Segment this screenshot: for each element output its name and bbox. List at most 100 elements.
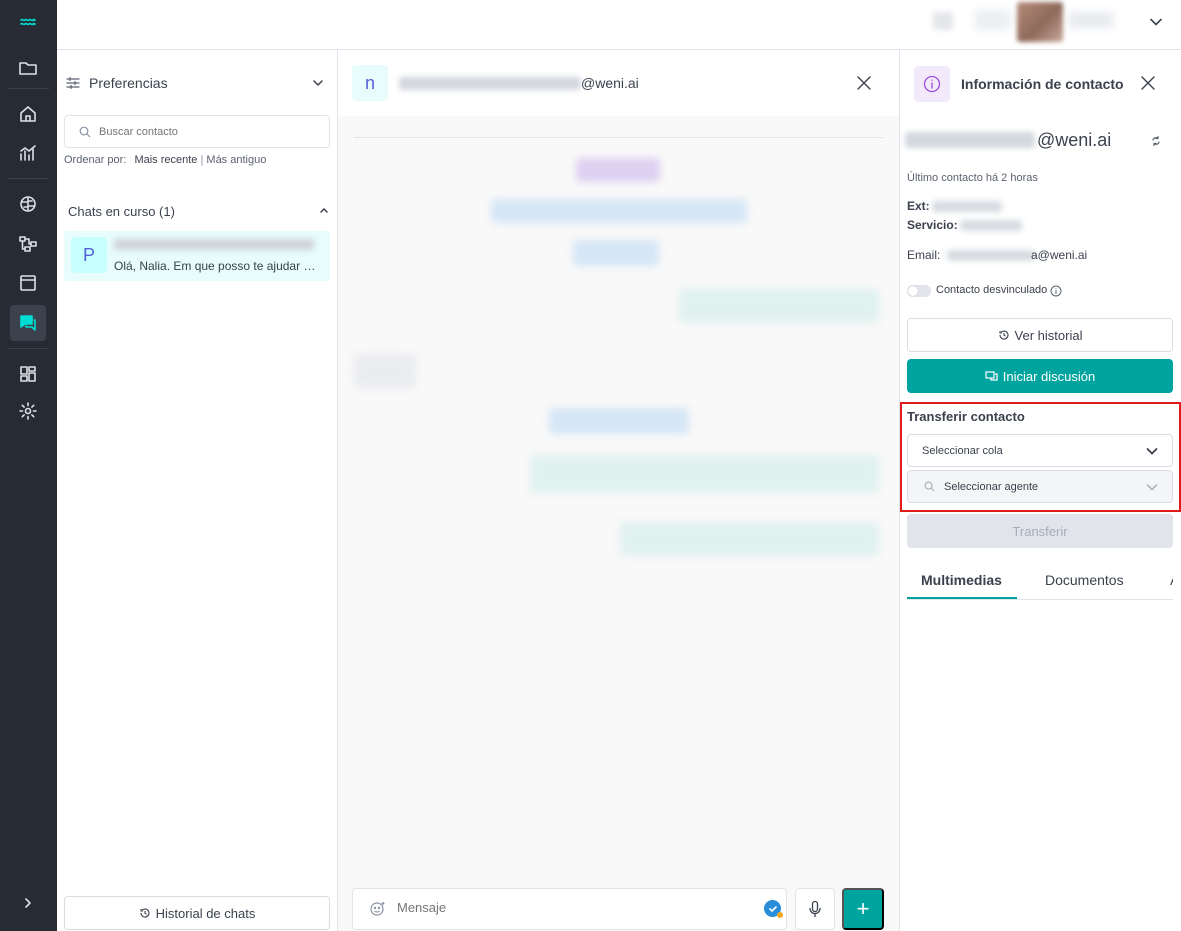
weni-logo-icon[interactable] [10,4,46,40]
flow-icon[interactable] [10,226,46,262]
agent-select-value: Seleccionar agente [944,480,1039,493]
sort-options: Ordenar por: Mais recente | Más antiguo [64,154,266,166]
active-tab-indicator [907,597,1017,599]
contact-info-panel: Información de contacto @weni.ai Último … [899,50,1181,931]
email-label: Email: [907,248,941,262]
rail-divider [8,178,49,179]
chevron-down-icon [1146,448,1158,455]
redacted-contact-message [354,354,416,388]
brain-icon[interactable] [10,186,46,222]
discussion-icon [985,371,998,381]
view-history-label: Ver historial [1014,327,1083,343]
avatar: P [71,237,107,273]
refresh-icon[interactable] [1150,135,1162,147]
service-label: Servicio: [907,218,958,232]
chart-icon[interactable] [10,135,46,171]
message-composer [352,888,787,930]
chat-list-panel: Preferencias Ordenar por: Mais recente |… [57,50,338,931]
redacted-ext-value [932,201,1002,212]
redacted-org-name [975,10,1011,30]
record-audio-button[interactable] [795,888,835,930]
ongoing-label: Chats en curso (1) [68,203,175,219]
redacted-system-message [576,158,660,182]
conversation-panel: n @weni.ai + [338,50,899,931]
attach-button[interactable]: + [842,888,884,930]
user-avatar[interactable] [1017,2,1063,42]
tab-audio[interactable]: A [1170,572,1173,588]
ongoing-chats-header[interactable]: Chats en curso (1) [68,202,330,220]
chevron-up-icon[interactable] [318,204,330,216]
redacted-contact-name [399,77,581,90]
top-bar [57,0,1181,50]
avatar: n [352,65,388,101]
rail-divider [8,88,49,89]
chat-history-label: Historial de chats [155,905,256,921]
transfer-title: Transferir contacto [907,409,1025,424]
chat-list-item[interactable]: P Olá, Nalia. Em que posso te ajudar hoj… [64,231,330,281]
conversation-header: n @weni.ai [338,50,899,116]
tab-documents[interactable]: Documentos [1045,572,1124,588]
last-message-preview: Olá, Nalia. Em que posso te ajudar hoje? [114,259,322,273]
agent-select[interactable]: Seleccionar agente [907,470,1173,503]
history-icon [140,908,150,918]
view-history-button[interactable]: Ver historial [907,318,1173,352]
search-input[interactable] [99,125,299,138]
microphone-icon [809,900,821,918]
left-rail [0,0,57,931]
transfer-button[interactable]: Transferir [907,514,1173,548]
start-discussion-button[interactable]: Iniciar discusión [907,359,1173,393]
redacted-agent-message [530,455,879,493]
unlinked-toggle[interactable] [907,285,931,297]
transfer-button-label: Transferir [1012,523,1068,539]
redacted-agent-message [620,522,879,556]
redacted-system-message [549,408,689,434]
messages-divider [354,137,884,138]
redacted-org-icon [933,12,953,30]
grammar-check-icon[interactable] [764,900,783,918]
contact-info-header: Información de contacto [900,50,1181,116]
email-domain: a@weni.ai [1031,248,1088,262]
preferences-label: Preferencias [89,75,168,91]
sliders-icon [66,76,80,90]
search-icon [924,481,935,492]
history-icon [998,330,1009,340]
redacted-contact-name [114,239,314,250]
emoji-icon[interactable] [369,900,387,918]
folder-icon[interactable] [10,50,46,86]
info-icon [914,66,950,102]
home-icon[interactable] [10,96,46,132]
chevron-down-icon [1146,484,1158,491]
ext-label: Ext: [907,199,930,213]
browser-icon[interactable] [10,265,46,301]
chat-history-button[interactable]: Historial de chats [64,896,330,930]
contact-email-domain: @weni.ai [1037,130,1112,150]
contact-email-domain: @weni.ai [581,75,639,91]
redacted-system-message [573,240,659,266]
redacted-system-message [491,199,747,223]
redacted-agent-message [679,289,879,323]
preferences-header[interactable]: Preferencias [65,72,330,94]
tab-multimedia[interactable]: Multimedias [921,572,1002,588]
redacted-user-name [1069,12,1113,28]
queue-select[interactable]: Seleccionar cola [907,434,1173,467]
dashboard-icon[interactable] [10,356,46,392]
order-recent-link[interactable]: Mais recente [134,154,197,166]
info-icon[interactable] [1050,285,1062,297]
order-oldest-link[interactable]: Más antiguo [206,154,266,166]
search-box[interactable] [64,115,330,148]
message-input[interactable] [397,900,747,915]
chevron-down-icon[interactable] [310,75,326,91]
start-discussion-label: Iniciar discusión [1002,368,1096,384]
rail-divider [8,348,49,349]
chevron-down-icon[interactable] [1147,13,1165,31]
unlinked-label: Contacto desvinculado [936,284,1048,296]
chats-icon[interactable] [10,305,46,341]
gear-icon[interactable] [10,393,46,429]
close-icon[interactable] [1140,75,1156,91]
close-icon[interactable] [856,75,872,91]
contact-info-title: Información de contacto [961,76,1124,92]
media-tabs: Multimedias Documentos A [907,560,1173,600]
order-separator: | [200,154,204,166]
expand-icon[interactable] [10,885,46,921]
redacted-service-value [960,220,1022,231]
